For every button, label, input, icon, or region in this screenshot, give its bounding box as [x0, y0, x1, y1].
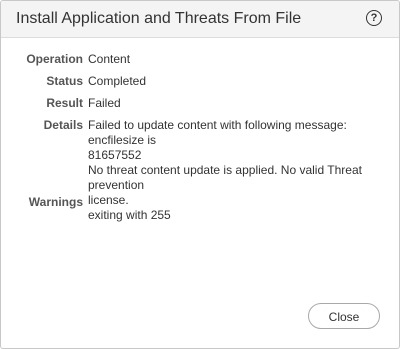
status-label: Status [46, 74, 83, 88]
details-label: Details [43, 118, 83, 132]
dialog-title: Install Application and Threats From Fil… [16, 10, 302, 27]
details-line: exiting with 255 [88, 208, 171, 222]
details-line: No threat content update is applied. No … [88, 163, 362, 192]
result-label: Result [46, 96, 83, 110]
operation-value: Content [88, 52, 131, 66]
warnings-label: Warnings [28, 195, 83, 209]
help-icon[interactable]: ? [366, 10, 382, 26]
close-button[interactable]: Close [308, 303, 380, 329]
details-value: Failed to update content with following … [88, 118, 388, 223]
operation-label: Operation [26, 52, 83, 66]
install-dialog: Install Application and Threats From Fil… [0, 0, 400, 349]
details-line: 81657552 [88, 148, 142, 162]
details-line: Failed to update content with following … [88, 118, 347, 147]
dialog-header: Install Application and Threats From Fil… [1, 1, 399, 38]
status-value: Completed [88, 74, 147, 88]
result-value: Failed [88, 96, 121, 110]
details-line: license. [88, 193, 129, 207]
